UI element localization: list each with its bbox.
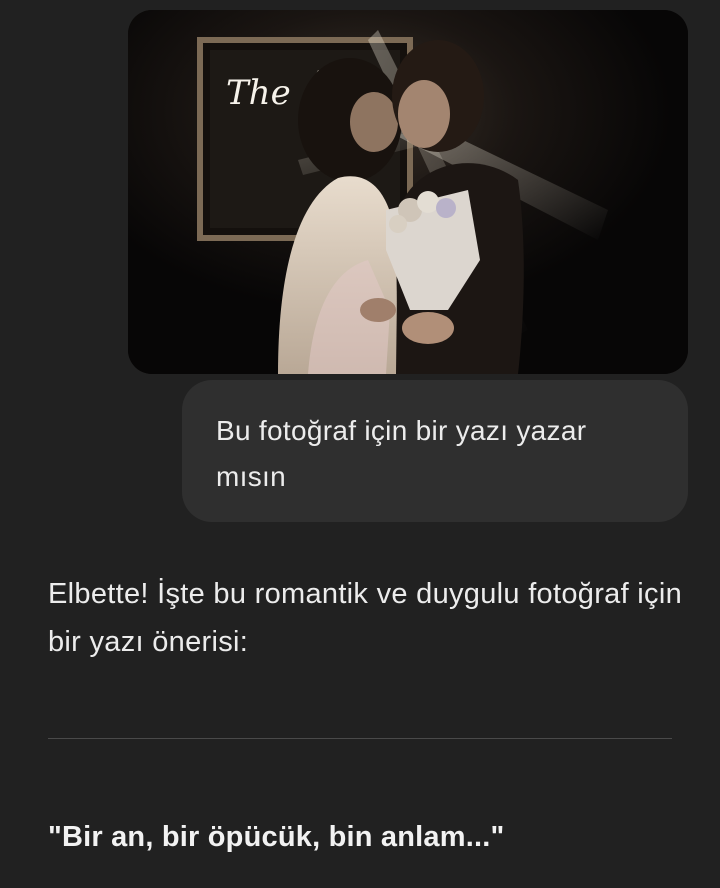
user-message-text: Bu fotoğraf için bir yazı yazar mısın <box>216 415 587 492</box>
assistant-quote: "Bir an, bir öpücük, bin anlam..." <box>48 821 505 853</box>
attached-photo[interactable]: The ey <box>128 10 688 374</box>
assistant-message-text: Elbette! İşte bu romantik ve duygulu fot… <box>48 578 683 658</box>
divider <box>48 738 672 739</box>
user-message-bubble: Bu fotoğraf için bir yazı yazar mısın <box>182 380 688 522</box>
